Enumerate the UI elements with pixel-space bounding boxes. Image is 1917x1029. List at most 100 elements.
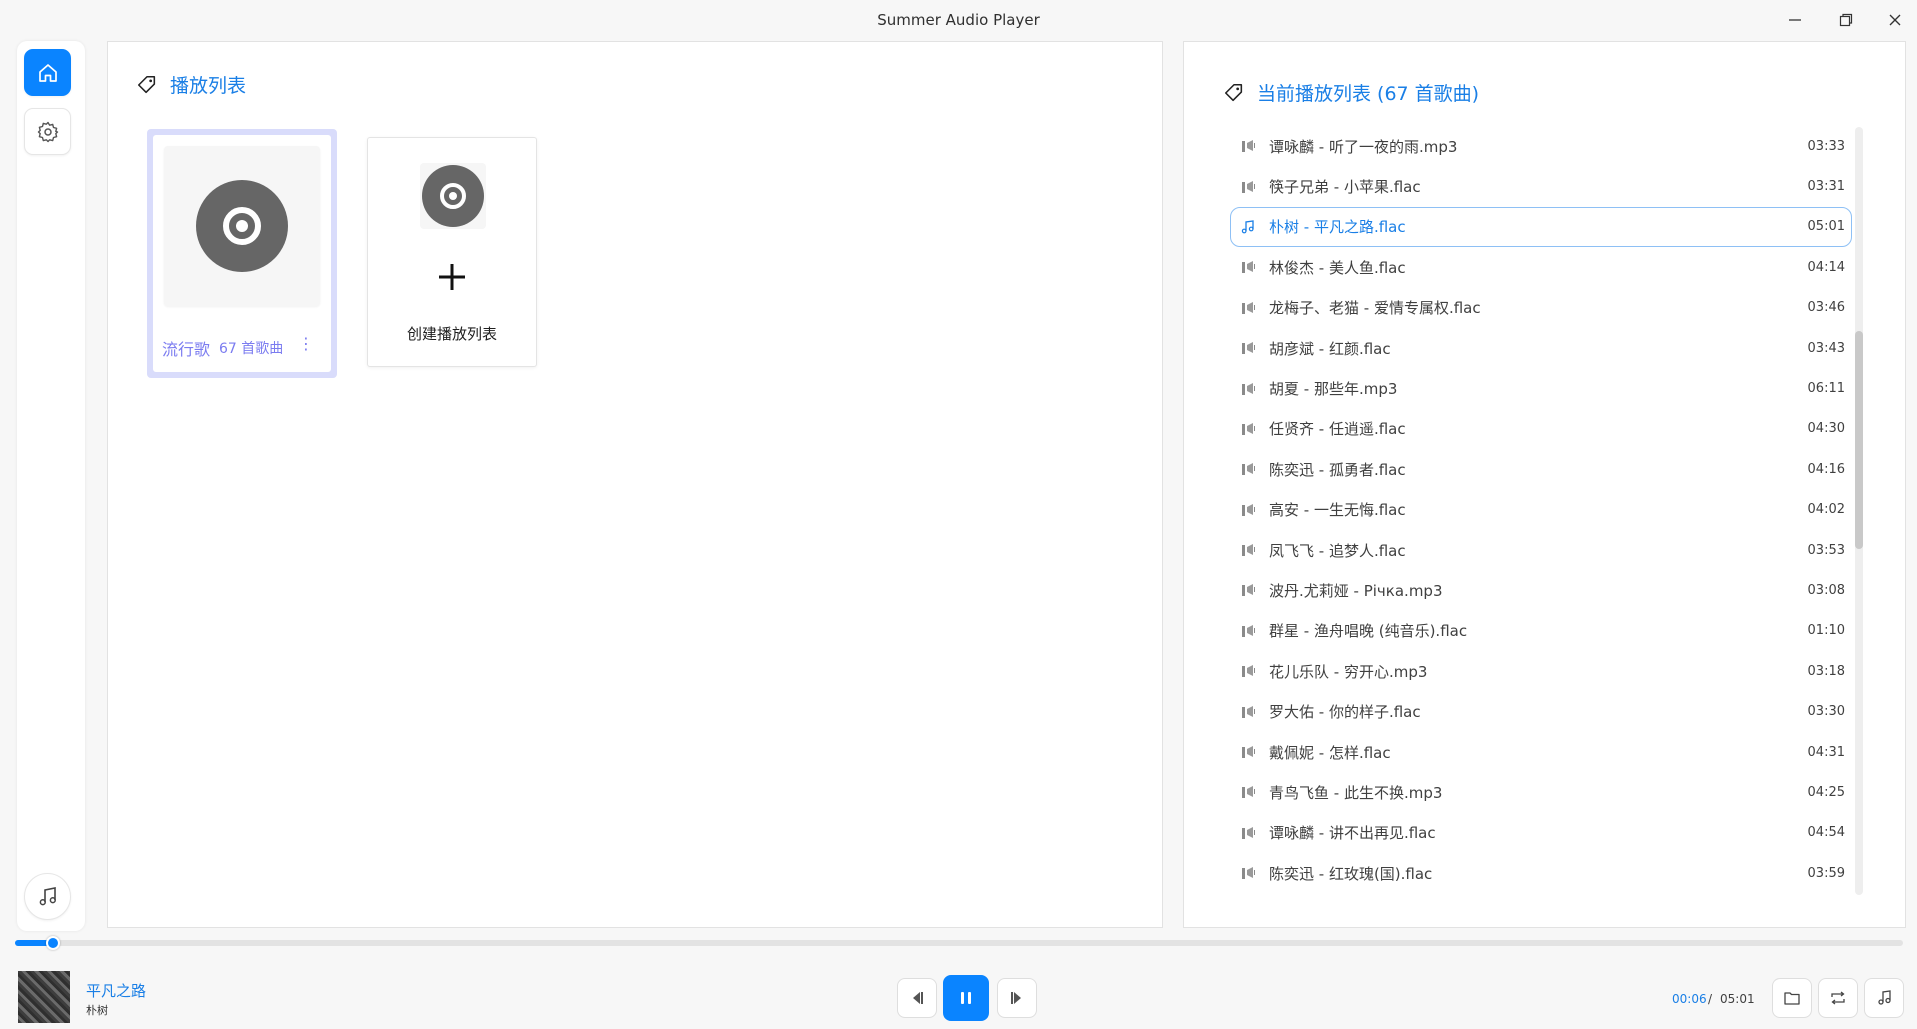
song-row[interactable]: 胡夏 - 那些年.mp3 06:11 (1230, 368, 1852, 408)
music-note-icon (1239, 218, 1257, 236)
song-row[interactable]: 谭咏麟 - 讲不出再见.flac 04:54 (1230, 813, 1852, 853)
song-row[interactable]: 陈奕迅 - 孤勇者.flac 04:16 (1230, 449, 1852, 489)
song-duration: 03:53 (1807, 542, 1845, 558)
create-playlist-label: 创建播放列表 (406, 325, 497, 343)
song-row[interactable]: 花儿乐队 - 穷开心.mp3 03:18 (1230, 651, 1852, 691)
next-button[interactable] (997, 978, 1037, 1018)
song-row[interactable]: 高安 - 一生无悔.flac 04:02 (1230, 490, 1852, 530)
playback-progress-bar[interactable] (15, 936, 1903, 950)
song-row[interactable]: 波丹.尤莉娅 - Річка.mp3 03:08 (1230, 570, 1852, 610)
song-duration: 03:08 (1807, 582, 1845, 598)
song-row[interactable]: 林俊杰 - 美人鱼.flac 04:14 (1230, 247, 1852, 287)
create-playlist-card[interactable]: 创建播放列表 (367, 137, 537, 367)
scrollbar-thumb[interactable] (1855, 331, 1863, 549)
song-duration: 03:33 (1807, 138, 1845, 154)
song-name: 陈奕迅 - 红玫瑰(国).flac (1269, 864, 1433, 883)
home-icon (38, 63, 57, 82)
playlist-name: 流行歌 (162, 340, 211, 359)
progress-handle[interactable] (45, 936, 60, 950)
song-duration: 03:59 (1807, 865, 1845, 881)
song-duration: 04:14 (1807, 259, 1845, 275)
song-name: 谭咏麟 - 讲不出再见.flac (1269, 824, 1436, 843)
song-name: 谭咏麟 - 听了一夜的雨.mp3 (1269, 137, 1458, 156)
close-button[interactable] (1878, 8, 1912, 32)
album-art[interactable] (18, 971, 70, 1023)
song-duration: 03:30 (1807, 704, 1845, 720)
playlist-button[interactable] (1864, 978, 1904, 1018)
repeat-mode-button[interactable] (1818, 978, 1858, 1018)
song-name: 林俊杰 - 美人鱼.flac (1269, 258, 1406, 277)
song-row[interactable]: 群星 - 渔舟唱晚 (纯音乐).flac 01:10 (1230, 611, 1852, 651)
previous-button[interactable] (897, 978, 937, 1018)
song-row[interactable]: 戴佩妮 - 怎样.flac 04:31 (1230, 732, 1852, 772)
song-duration: 04:30 (1807, 421, 1845, 437)
playlists-panel: 播放列表 流行歌 67 首歌曲 ⋮ 创建播放列表 (107, 41, 1163, 928)
song-duration: 03:31 (1807, 179, 1845, 195)
audio-file-icon (1239, 258, 1257, 276)
sidebar-item-settings[interactable] (24, 108, 71, 155)
song-name: 青鸟飞鱼 - 此生不换.mp3 (1269, 783, 1443, 802)
playlist-card[interactable]: 流行歌 67 首歌曲 ⋮ (147, 129, 337, 378)
audio-file-icon (1239, 299, 1257, 317)
audio-file-icon (1239, 743, 1257, 761)
title-bar: Summer Audio Player (0, 0, 1917, 40)
song-duration: 01:10 (1807, 623, 1845, 639)
sidebar-music-button[interactable] (24, 873, 71, 920)
song-row[interactable]: 凤飞飞 - 追梦人.flac 03:53 (1230, 530, 1852, 570)
song-row[interactable]: 朴树 - 平凡之路.flac 05:01 (1230, 206, 1852, 248)
song-name: 龙梅子、老猫 - 爱情专属权.flac (1269, 299, 1481, 318)
song-row[interactable]: 谭咏麟 - 听了一夜的雨.mp3 03:33 (1230, 126, 1852, 166)
folder-icon (1784, 992, 1800, 1005)
song-duration: 04:02 (1807, 502, 1845, 518)
song-name: 波丹.尤莉娅 - Річка.mp3 (1269, 581, 1443, 600)
audio-file-icon (1239, 783, 1257, 801)
song-row[interactable]: 龙梅子、老猫 - 爱情专属权.flac 03:46 (1230, 288, 1852, 328)
current-playlist-header: 当前播放列表 (67 首歌曲) (1223, 79, 1479, 106)
audio-file-icon (1239, 380, 1257, 398)
window-title: Summer Audio Player (877, 11, 1040, 29)
song-name: 胡夏 - 那些年.mp3 (1269, 380, 1398, 399)
song-row[interactable]: 任贤齐 - 任逍遥.flac 04:30 (1230, 409, 1852, 449)
audio-file-icon (1239, 622, 1257, 640)
song-name: 陈奕迅 - 孤勇者.flac (1269, 460, 1406, 479)
repeat-icon (1831, 991, 1845, 1005)
more-menu-icon[interactable]: ⋮ (298, 334, 314, 354)
playlist-cover (164, 146, 320, 306)
total-time: 05:01 (1720, 992, 1755, 1006)
audio-file-icon (1239, 824, 1257, 842)
open-folder-button[interactable] (1772, 978, 1812, 1018)
playlist-card-body: 流行歌 67 首歌曲 ⋮ (153, 135, 331, 372)
song-name: 戴佩妮 - 怎样.flac (1269, 743, 1391, 762)
audio-file-icon (1239, 662, 1257, 680)
now-playing-title[interactable]: 平凡之路 (86, 980, 146, 1001)
maximize-icon (1839, 13, 1853, 27)
song-row[interactable]: 陈奕迅 - 红玫瑰(国).flac 03:59 (1230, 853, 1852, 893)
audio-file-icon (1239, 501, 1257, 519)
current-playlist-panel: 当前播放列表 (67 首歌曲) 谭咏麟 - 听了一夜的雨.mp3 03:33 筷子兄… (1183, 41, 1906, 928)
tag-icon (1224, 83, 1243, 101)
song-duration: 04:25 (1807, 784, 1845, 800)
audio-file-icon (1239, 581, 1257, 599)
song-row[interactable]: 青鸟飞鱼 - 此生不换.mp3 04:25 (1230, 772, 1852, 812)
song-row[interactable]: 罗大佑 - 你的样子.flac 03:30 (1230, 691, 1852, 731)
sidebar (17, 41, 85, 931)
song-row[interactable]: 筷子兄弟 - 小苹果.flac 03:31 (1230, 166, 1852, 206)
song-name: 筷子兄弟 - 小苹果.flac (1269, 178, 1421, 197)
minimize-icon (1789, 19, 1801, 21)
song-name: 任贤齐 - 任逍遥.flac (1269, 420, 1406, 439)
song-list: 谭咏麟 - 听了一夜的雨.mp3 03:33 筷子兄弟 - 小苹果.flac 03:3… (1230, 126, 1852, 893)
song-name: 凤飞飞 - 追梦人.flac (1269, 541, 1406, 560)
song-name: 群星 - 渔舟唱晚 (纯音乐).flac (1269, 622, 1468, 641)
play-pause-button[interactable] (943, 975, 989, 1021)
disc-icon (196, 180, 288, 272)
sidebar-item-home[interactable] (24, 49, 71, 96)
song-duration: 05:01 (1807, 219, 1845, 235)
current-playlist-title: 当前播放列表 (67 首歌曲) (1257, 83, 1480, 105)
maximize-button[interactable] (1829, 8, 1863, 32)
minimize-button[interactable] (1778, 8, 1812, 32)
close-icon (1889, 14, 1901, 26)
song-list-scrollbar[interactable] (1855, 127, 1863, 895)
plus-icon (439, 264, 465, 290)
audio-file-icon (1239, 864, 1257, 882)
song-row[interactable]: 胡彦斌 - 红颜.flac 03:43 (1230, 328, 1852, 368)
